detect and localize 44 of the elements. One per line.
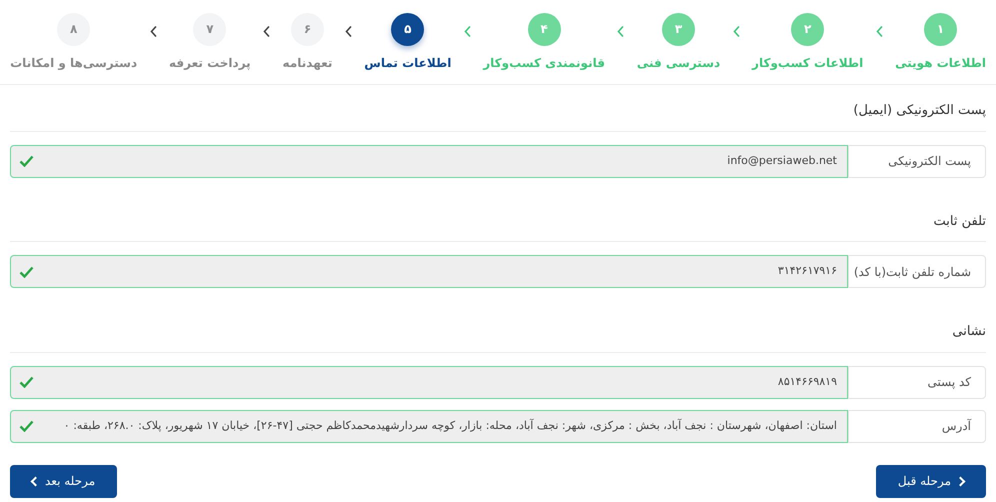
input-field[interactable]: استان: اصفهان، شهرستان : نجف آباد، بخش : مرکزی، شهر: نجف آباد، محله: بازار، کوچه سردارشهیدمحمدکاظم حجتی [۴۷-۲۶]، خیابان ۱۷ شهریور، پلاک: ۲۶۸.۰، طبقه: ۰ — [10, 410, 848, 442]
step-number[interactable]: ۴ — [528, 12, 561, 46]
step-label[interactable]: تعهدنامه — [282, 54, 332, 72]
next-step-button[interactable]: مرحله بعد — [10, 464, 118, 498]
check-icon — [19, 155, 34, 167]
step-label[interactable]: پرداخت تعرفه — [169, 54, 251, 72]
input-field[interactable]: ۸۵۱۴۶۶۹۸۱۹ — [10, 366, 848, 398]
chevron-icon — [617, 26, 624, 36]
field-value: ۸۵۱۴۶۶۹۸۱۹ — [778, 374, 837, 390]
input-field[interactable]: ۳۱۴۲۶۱۷۹۱۶ — [10, 255, 848, 288]
step-number[interactable]: ۳ — [662, 12, 695, 46]
field-label: شماره تلفن ثابت(با کد) — [848, 255, 986, 288]
step-label[interactable]: دسترسی‌ها و امکانات — [10, 54, 138, 72]
chevron-icon — [876, 26, 883, 36]
field-label: کد پستی — [848, 366, 986, 398]
step-number[interactable]: ۶ — [290, 12, 324, 46]
check-icon — [19, 420, 34, 432]
input-field[interactable]: info@persiaweb.net — [10, 144, 848, 178]
field-value: استان: اصفهان، شهرستان : نجف آباد، بخش : مرکزی، شهر: نجف آباد، محله: بازار، کوچه سردارشهیدمحمدکاظم حجتی [۴۷-۲۶]، خیابان ۱۷ شهریور، پلاک: ۲۶۸.۰، طبقه: ۰ — [64, 418, 837, 434]
step-label[interactable]: اطلاعات تماس — [364, 54, 452, 72]
field-value: ۳۱۴۲۶۱۷۹۱۶ — [778, 263, 837, 280]
field-label: آدرس — [848, 410, 986, 442]
section-title: نشانی — [10, 322, 986, 352]
step-label[interactable]: اطلاعات کسب‌وکار — [752, 54, 864, 72]
check-icon — [19, 266, 34, 278]
previous-step-button[interactable]: مرحله قبل — [876, 464, 986, 498]
step-number[interactable]: ۲ — [791, 12, 824, 46]
step-label[interactable]: قانونمندی کسب‌وکار — [483, 54, 605, 72]
field-value: info@persiaweb.net — [727, 152, 837, 169]
field-label: پست الکترونیکی — [848, 144, 986, 178]
chevron-icon — [263, 26, 270, 36]
chevron-icon — [732, 26, 740, 36]
section-title: تلفن ثابت — [10, 212, 986, 242]
section-title: پست الکترونیکی (ایمیل) — [10, 101, 986, 132]
step-label[interactable]: اطلاعات هویتی — [895, 54, 986, 72]
chevron-icon — [150, 26, 157, 36]
chevron-icon — [464, 26, 471, 36]
step-number[interactable]: ۷ — [193, 12, 226, 46]
check-icon — [19, 376, 34, 388]
chevron-icon — [344, 26, 352, 36]
step-number[interactable]: ۱ — [924, 12, 958, 46]
step-number[interactable]: ۵ — [391, 12, 424, 46]
step-label[interactable]: دسترسی فنی — [636, 54, 720, 72]
step-number[interactable]: ۸ — [57, 12, 90, 46]
